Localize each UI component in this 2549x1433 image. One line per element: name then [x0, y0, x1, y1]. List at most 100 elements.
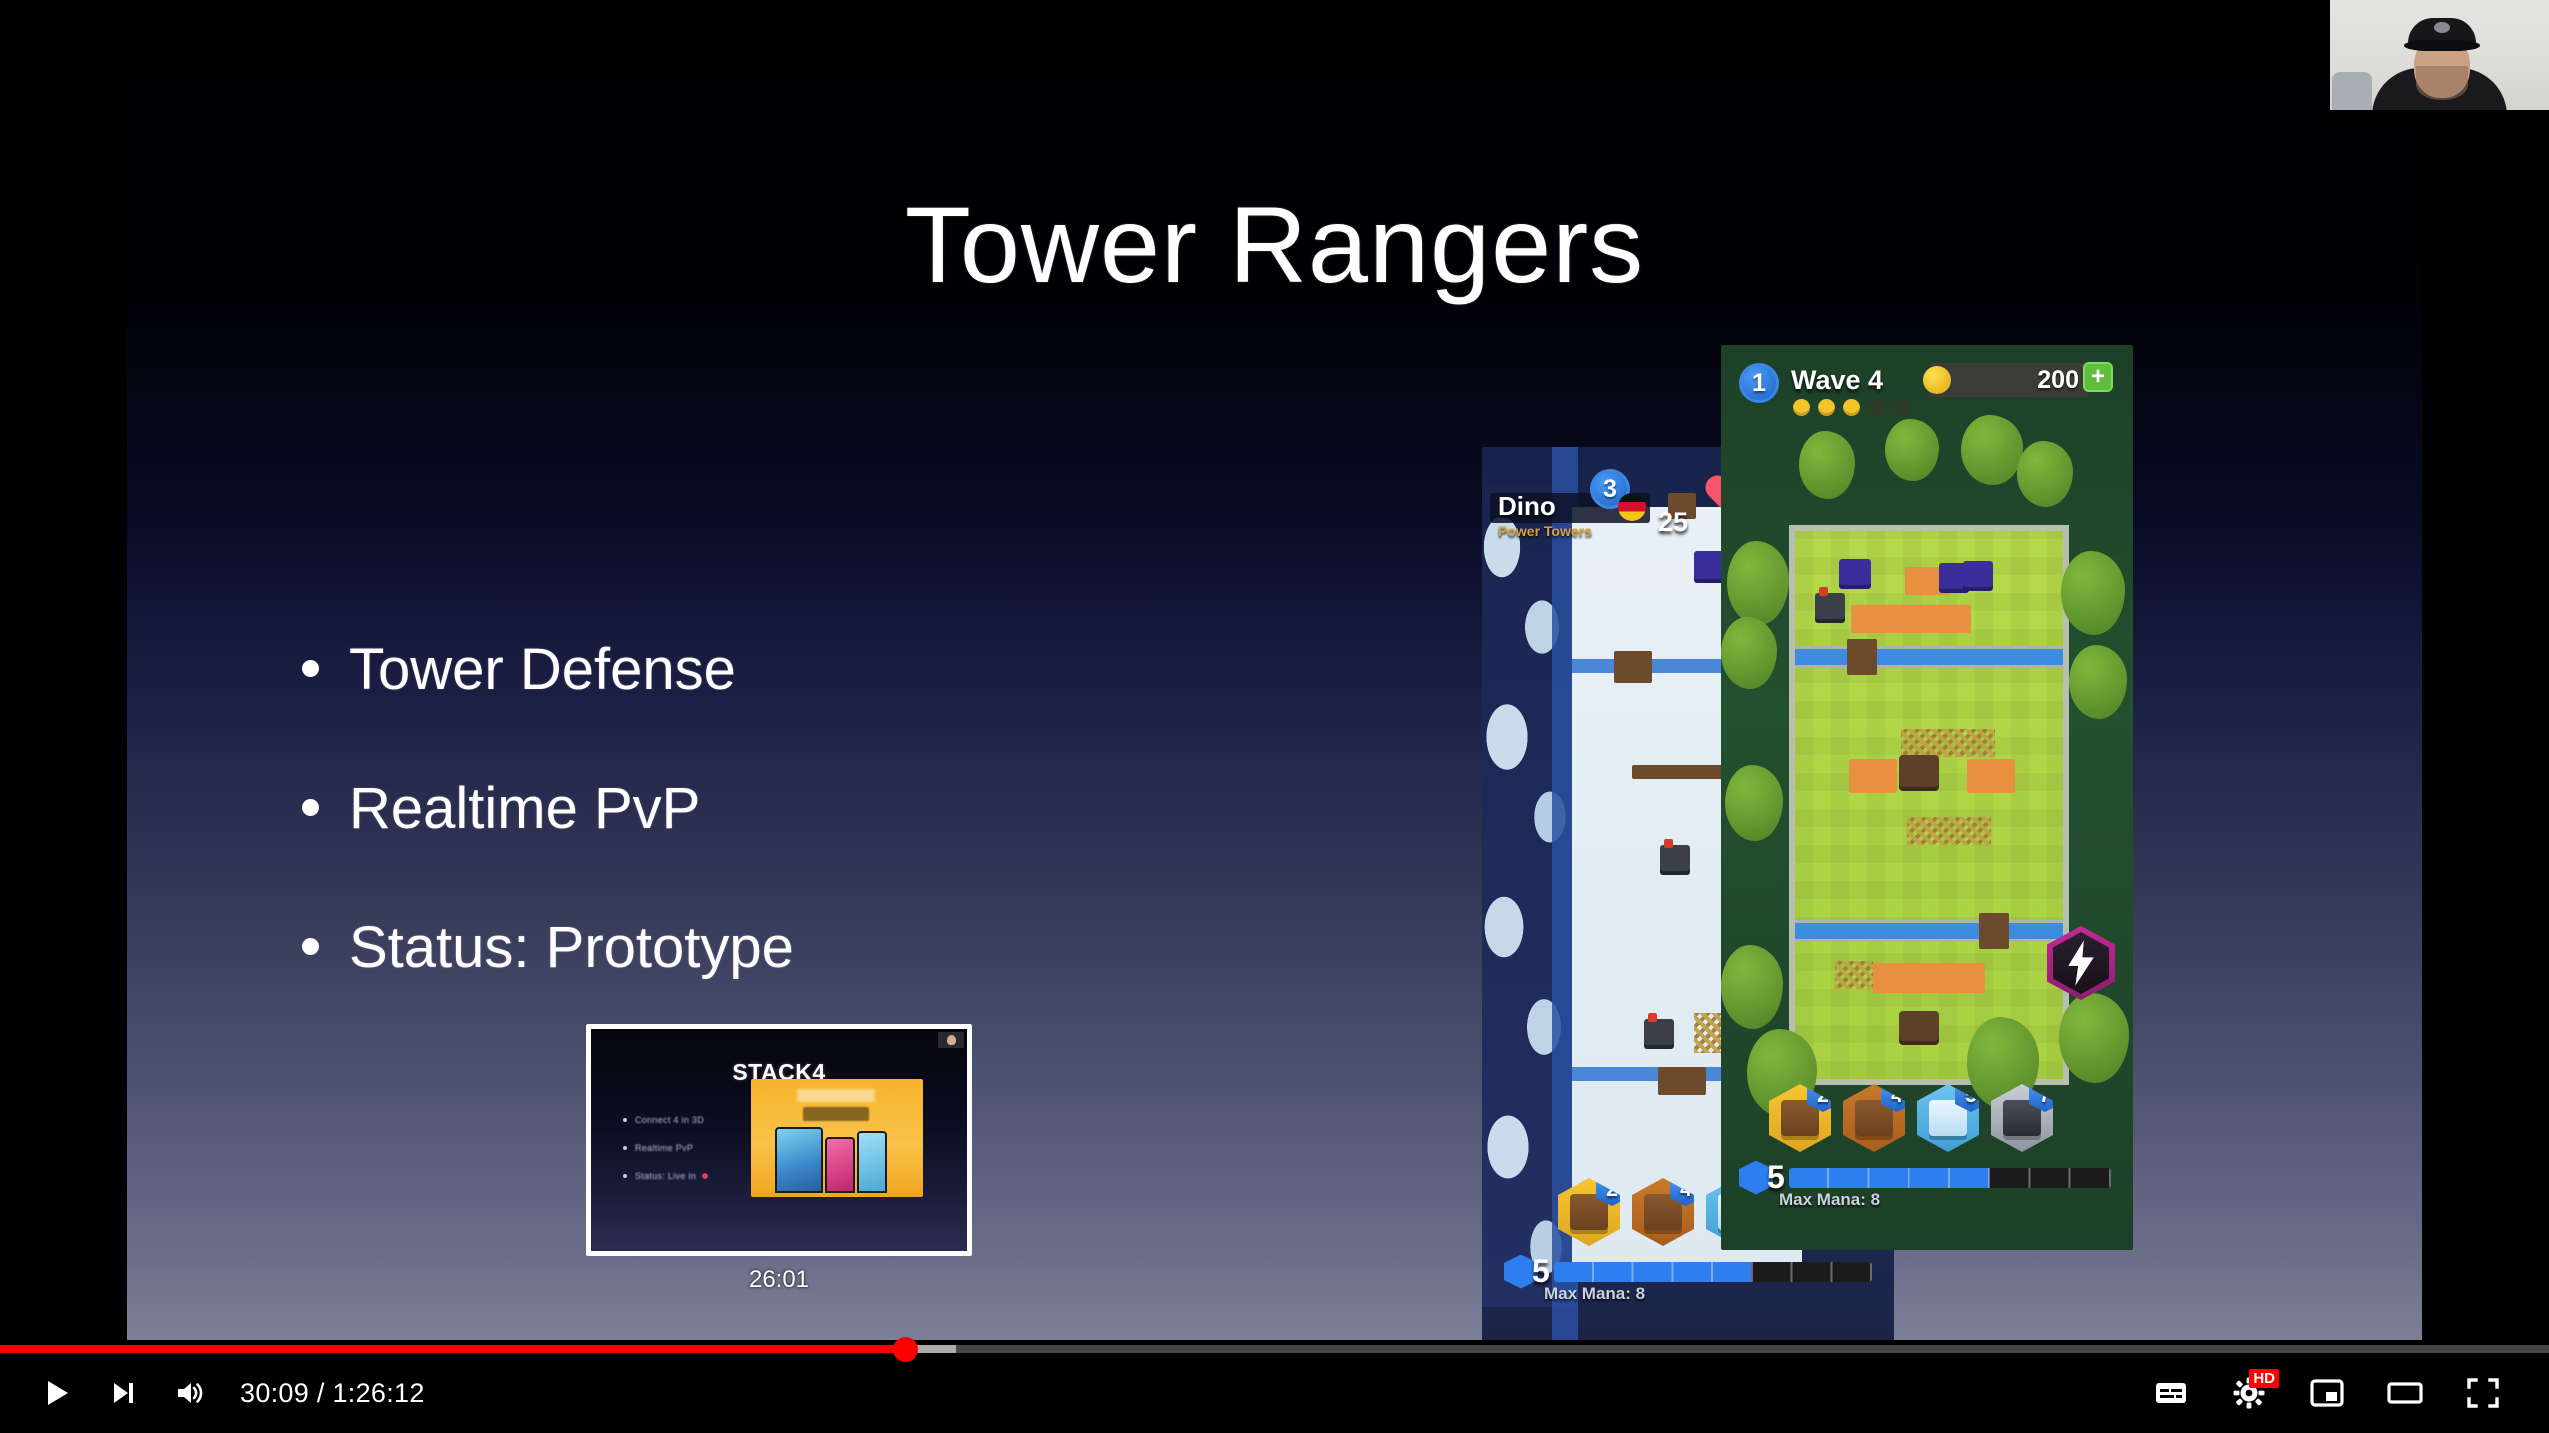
card-slot[interactable]: 4 — [1632, 1178, 1694, 1246]
river-bottom — [1795, 923, 2063, 939]
snow-unit-tower-c — [1644, 1013, 1674, 1045]
progress-bar[interactable] — [0, 1337, 2549, 1362]
miniplayer-button[interactable] — [2295, 1361, 2359, 1425]
bullet-dot-icon — [623, 1146, 627, 1150]
bullet-dot-icon — [302, 937, 319, 955]
controls-right: HD — [2139, 1361, 2549, 1425]
seek-preview-frame: STACK4 Connect 4 in 3D Realtime PvP Stat… — [586, 1024, 972, 1256]
controls-left: 30:09 / 1:26:12 — [0, 1361, 425, 1425]
enemy-unit — [1963, 561, 1993, 587]
add-gold-button[interactable]: + — [2083, 362, 2113, 392]
crop-field — [1835, 961, 1873, 989]
preview-webcam-overlay — [938, 1032, 964, 1048]
mana-current: 5 — [1767, 1159, 1785, 1195]
mana-ticks — [1553, 1261, 1872, 1282]
wave-dot — [1893, 399, 1910, 416]
preview-bullet-label: Status: Live in — [635, 1171, 697, 1181]
placement-tile[interactable] — [1967, 759, 2015, 793]
seek-preview-thumbnail: STACK4 Connect 4 in 3D Realtime PvP Stat… — [591, 1029, 967, 1251]
list-item: Realtime PvP — [623, 1143, 708, 1153]
preview-promo-subtitle — [803, 1107, 869, 1121]
placement-tile[interactable] — [1849, 759, 1897, 793]
bullet-dot-icon — [623, 1118, 627, 1122]
list-item: Connect 4 in 3D — [623, 1115, 708, 1125]
snow-unit-tower-b — [1660, 839, 1690, 871]
preview-status-dot — [702, 1173, 709, 1179]
tree-icon — [1727, 541, 1789, 625]
bullet-list: Tower Defense Realtime PvP Status: Proto… — [302, 639, 1202, 1057]
bridge-bottom — [1979, 913, 2009, 949]
player-controls: 30:09 / 1:26:12 HD — [0, 1353, 2549, 1433]
card-hand-forest[interactable]: 2 4 5 7 — [1769, 1084, 2053, 1152]
captions-button[interactable] — [2139, 1361, 2203, 1425]
tree-icon — [2017, 441, 2073, 507]
river-top — [1795, 649, 2063, 665]
webcam-overlay — [2330, 0, 2549, 124]
settings-button[interactable]: HD — [2217, 1361, 2281, 1425]
tree-icon — [1961, 415, 2023, 485]
card-slot[interactable]: 2 — [1769, 1084, 1831, 1152]
progress-played — [0, 1345, 905, 1353]
wave-dot — [1793, 399, 1810, 416]
player-tower — [1815, 587, 1845, 619]
card-slot[interactable]: 4 — [1843, 1084, 1905, 1152]
mana-max-label: Max Mana: 8 — [1544, 1284, 1646, 1303]
card-slot[interactable]: 7 — [1991, 1084, 2053, 1152]
bullet-label: Status: Prototype — [349, 914, 794, 980]
mana-max-label: Max Mana: 8 — [1779, 1190, 1881, 1209]
tree-icon — [1725, 765, 1783, 841]
enemy-unit — [1839, 559, 1871, 585]
page-title: Tower Rangers — [904, 184, 1645, 305]
bullet-dot-icon — [623, 1174, 627, 1178]
quality-badge: HD — [2249, 1369, 2279, 1389]
preview-promo-logo — [797, 1089, 875, 1102]
snow-crate — [1658, 1067, 1706, 1095]
card-slot[interactable]: 2 — [1558, 1178, 1620, 1246]
time-display: 30:09 / 1:26:12 — [240, 1377, 425, 1408]
bridge-top — [1847, 639, 1877, 675]
card-slot[interactable]: 5 — [1917, 1084, 1979, 1152]
webcam-bottom-bar — [2330, 110, 2549, 124]
seek-preview-time: 26:01 — [748, 1266, 810, 1293]
snow-bridge-top — [1614, 651, 1652, 683]
wave-progress-dots — [1793, 399, 1910, 416]
wave-dot — [1868, 399, 1885, 416]
level-badge: 1 — [1739, 363, 1779, 403]
preview-device-tablet — [775, 1127, 823, 1193]
list-item: Realtime PvP — [302, 775, 1202, 841]
home-tower — [1899, 1011, 1939, 1041]
bullet-label: Realtime PvP — [349, 775, 701, 841]
arena-field — [1789, 525, 2069, 1085]
tree-icon — [1885, 419, 1939, 481]
list-item: Status: Prototype — [302, 914, 1202, 980]
play-button[interactable] — [24, 1361, 88, 1425]
wave-dot — [1818, 399, 1835, 416]
tree-icon — [2059, 993, 2129, 1083]
video-player: Tower Rangers Tower Defense Realtime PvP… — [0, 0, 2549, 1433]
placement-tile[interactable] — [1873, 963, 1985, 993]
preview-device-phone-a — [825, 1137, 855, 1193]
lightning-bolt-icon — [2053, 932, 2109, 994]
gold-value: 200 — [2037, 365, 2079, 394]
bullet-dot-icon — [302, 798, 319, 816]
theater-mode-button[interactable] — [2373, 1361, 2437, 1425]
gold-coin-icon — [1923, 366, 1951, 394]
crop-field — [1907, 817, 1991, 845]
fullscreen-button[interactable] — [2451, 1361, 2515, 1425]
tree-icon — [2069, 645, 2127, 719]
wave-dot — [1843, 399, 1860, 416]
player-name: Dino — [1498, 491, 1556, 521]
placement-tile[interactable] — [1851, 605, 1971, 633]
crop-field — [1901, 729, 1995, 757]
volume-button[interactable] — [156, 1361, 220, 1425]
webcam-person-beard — [2416, 66, 2468, 100]
preview-bullet-label: Realtime PvP — [635, 1143, 694, 1153]
next-video-button[interactable] — [90, 1361, 154, 1425]
list-item: Tower Defense — [302, 639, 1202, 701]
gold-bar: 200 + — [1923, 362, 2113, 397]
game-screenshot-forest: 1 Wave 4 200 + 2 4 5 7 5 Max Mana: 8 — [1721, 345, 2133, 1250]
webcam-cap-logo — [2434, 22, 2450, 33]
tree-icon — [1721, 617, 1777, 689]
preview-promo-image — [751, 1079, 923, 1197]
tree-icon — [1799, 431, 1855, 499]
